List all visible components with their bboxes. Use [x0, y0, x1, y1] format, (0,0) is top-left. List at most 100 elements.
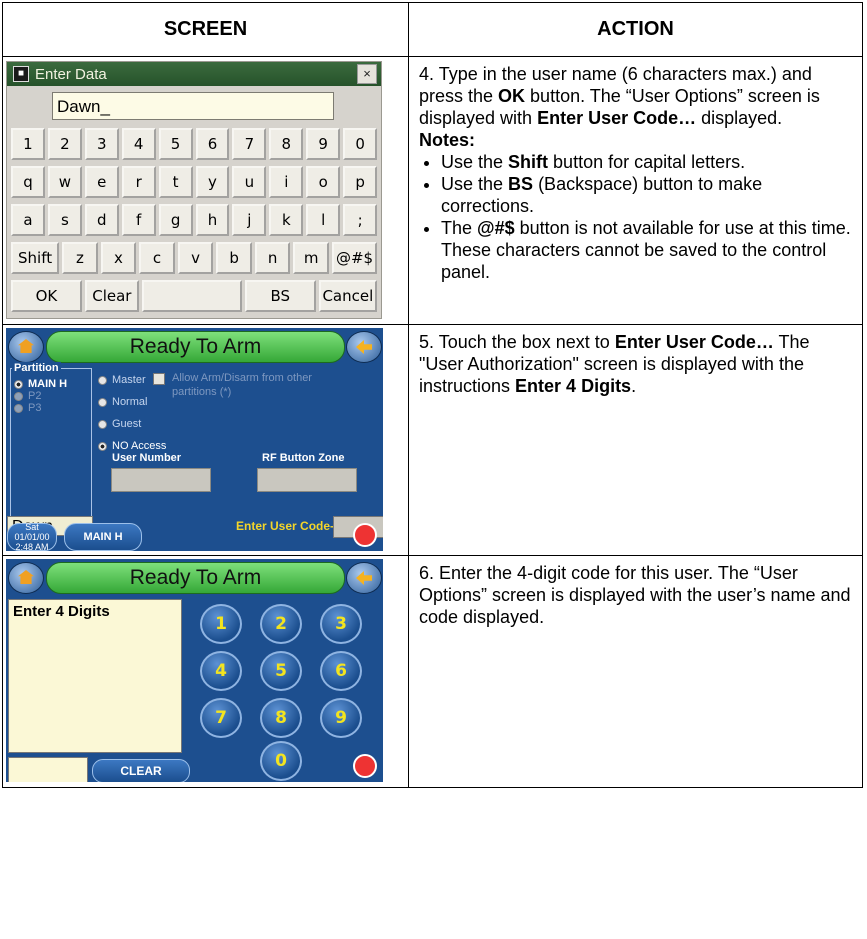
key[interactable]: o: [306, 166, 341, 198]
back-button[interactable]: [346, 562, 382, 594]
back-button[interactable]: [346, 331, 382, 363]
partition-radio-p3[interactable]: P3: [14, 402, 41, 414]
digit-button[interactable]: 9: [320, 698, 362, 738]
key[interactable]: 0: [343, 128, 378, 160]
key[interactable]: w: [47, 166, 82, 198]
space-key[interactable]: [141, 280, 242, 312]
user-number-label: User Number: [112, 452, 182, 464]
key[interactable]: 6: [195, 128, 230, 160]
key[interactable]: z: [62, 242, 98, 274]
key[interactable]: v: [177, 242, 214, 274]
close-button[interactable]: ×: [357, 64, 377, 84]
user-number-field[interactable]: [111, 468, 211, 492]
digit-button[interactable]: 0: [260, 741, 302, 781]
digit-button[interactable]: 8: [260, 698, 302, 738]
role-radio-master[interactable]: Master: [98, 374, 146, 386]
digit-button[interactable]: 7: [200, 698, 242, 738]
action-cell: 5. Touch the box next to Enter User Code…: [409, 325, 862, 555]
key[interactable]: i: [269, 166, 304, 198]
notes-heading: Notes:: [419, 130, 476, 150]
key[interactable]: h: [195, 204, 230, 236]
key[interactable]: 4: [121, 128, 156, 160]
key[interactable]: q: [11, 166, 45, 198]
key[interactable]: 8: [269, 128, 304, 160]
app-icon: ■: [13, 66, 29, 82]
key[interactable]: j: [232, 204, 267, 236]
key[interactable]: 2: [47, 128, 82, 160]
key[interactable]: n: [254, 242, 291, 274]
shift-key[interactable]: Shift: [11, 242, 60, 274]
enter-data-dialog: ■ Enter Data × Dawn_ 1 2 3 4 5 6 7 8 9 0…: [6, 61, 382, 319]
emergency-icon[interactable]: [353, 754, 377, 778]
partition-radio-p2[interactable]: P2: [14, 390, 41, 402]
key[interactable]: d: [84, 204, 119, 236]
key[interactable]: 7: [232, 128, 267, 160]
digit-button[interactable]: 3: [320, 604, 362, 644]
screen-cell: Ready To Arm Enter 4 Digits 1 2 3 4 5 6 …: [3, 556, 409, 787]
ok-button[interactable]: OK: [11, 280, 82, 312]
digit-button[interactable]: 6: [320, 651, 362, 691]
key[interactable]: s: [47, 204, 82, 236]
action-cell: 4. Type in the user name (6 characters m…: [409, 57, 862, 324]
status-title: Ready To Arm: [46, 331, 345, 363]
enter-user-code-label: Enter User Code-->: [236, 519, 346, 533]
backspace-button[interactable]: BS: [244, 280, 316, 312]
key[interactable]: 9: [306, 128, 341, 160]
key[interactable]: 1: [11, 128, 45, 160]
key[interactable]: m: [293, 242, 329, 274]
digit-button[interactable]: 4: [200, 651, 242, 691]
role-radio-normal[interactable]: Normal: [98, 396, 147, 408]
key[interactable]: k: [269, 204, 304, 236]
partition-radio-main[interactable]: MAIN H: [14, 378, 67, 390]
key[interactable]: y: [195, 166, 230, 198]
status-title: Ready To Arm: [46, 562, 345, 594]
key[interactable]: ;: [343, 204, 378, 236]
partition-button[interactable]: MAIN H: [64, 523, 142, 551]
key[interactable]: p: [343, 166, 378, 198]
key[interactable]: c: [139, 242, 175, 274]
allow-arm-checkbox[interactable]: [153, 373, 165, 385]
user-authorization-screen: Ready To Arm Enter 4 Digits 1 2 3 4 5 6 …: [6, 559, 383, 782]
key[interactable]: b: [216, 242, 252, 274]
key[interactable]: g: [158, 204, 193, 236]
digit-button[interactable]: 1: [200, 604, 242, 644]
role-radio-no-access[interactable]: NO Access: [98, 440, 166, 452]
key[interactable]: f: [121, 204, 156, 236]
name-input[interactable]: Dawn_: [52, 92, 334, 120]
rf-zone-label: RF Button Zone: [262, 452, 345, 464]
table-header: SCREEN ACTION: [3, 3, 862, 57]
clear-button[interactable]: CLEAR: [92, 759, 190, 782]
key[interactable]: r: [121, 166, 156, 198]
clear-button[interactable]: Clear: [84, 280, 139, 312]
role-radio-guest[interactable]: Guest: [98, 418, 141, 430]
key[interactable]: t: [158, 166, 193, 198]
key-row: a s d f g h j k l ;: [11, 204, 378, 236]
digit-button[interactable]: 5: [260, 651, 302, 691]
date-time-button[interactable]: Sat 01/01/00 2:48 AM: [7, 522, 57, 551]
house-icon: [18, 570, 34, 584]
screen-cell: Ready To Arm Partition MAIN H P2 P3 Mast…: [3, 325, 409, 555]
rf-zone-field[interactable]: [257, 468, 357, 492]
arrow-left-icon: [356, 571, 372, 585]
key[interactable]: 3: [84, 128, 119, 160]
allow-arm-label: Allow Arm/Disarm from other partitions (…: [172, 372, 312, 398]
digit-button[interactable]: 2: [260, 604, 302, 644]
key[interactable]: a: [11, 204, 45, 236]
home-button[interactable]: [8, 562, 44, 594]
key[interactable]: l: [306, 204, 341, 236]
keyboard: 1 2 3 4 5 6 7 8 9 0 q w e r t y u i o p …: [11, 128, 378, 318]
partition-label: Partition: [12, 362, 61, 374]
key[interactable]: x: [100, 242, 137, 274]
key[interactable]: u: [232, 166, 267, 198]
key[interactable]: e: [84, 166, 119, 198]
code-prompt: Enter 4 Digits: [8, 599, 182, 753]
cancel-button[interactable]: Cancel: [318, 280, 377, 312]
emergency-icon[interactable]: [353, 523, 377, 547]
table-row: ■ Enter Data × Dawn_ 1 2 3 4 5 6 7 8 9 0…: [3, 57, 862, 325]
symbols-key[interactable]: @#$: [332, 242, 378, 274]
key-row: Shift z x c v b n m @#$: [11, 242, 378, 274]
step-5-text: 5. Touch the box next to Enter User Code…: [419, 332, 810, 396]
list-item: Use the BS (Backspace) button to make co…: [441, 173, 852, 217]
home-button[interactable]: [8, 331, 44, 363]
key[interactable]: 5: [158, 128, 193, 160]
